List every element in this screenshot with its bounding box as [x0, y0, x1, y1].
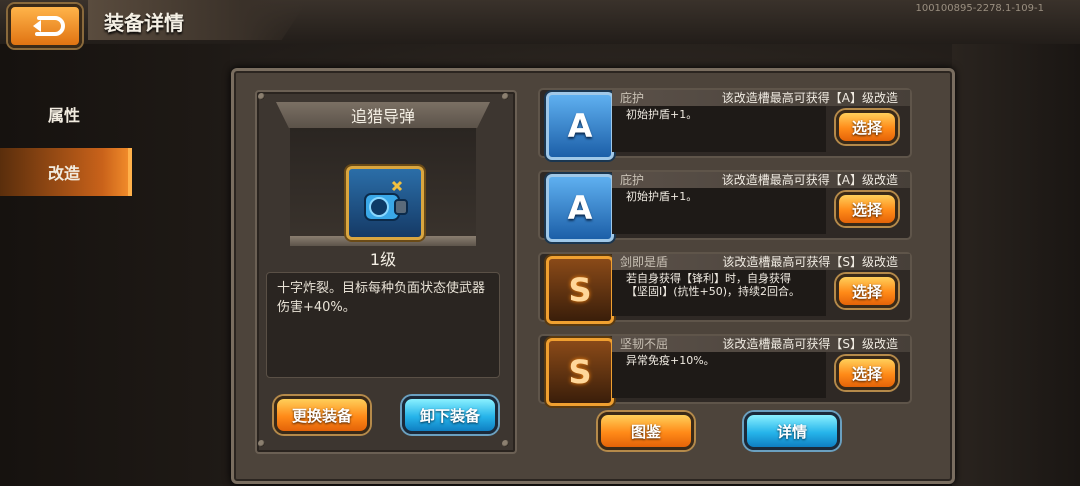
grade-s-icon: S	[546, 256, 614, 324]
select-button-label: 选择	[851, 364, 882, 383]
tab-attributes-label: 属性	[47, 106, 80, 125]
back-arrow-icon	[33, 16, 65, 36]
mod-slot-3: S 剑即是盾 该改造槽最高可获得【S】级改造 若自身获得【锋利】时，自身获得【坚…	[538, 252, 912, 324]
tab-modify-label: 改造	[47, 164, 80, 183]
slot-limit: 该改造槽最高可获得【A】级改造	[721, 91, 898, 105]
slot-effect: 若自身获得【锋利】时，自身获得【坚固Ⅰ】(抗性+50)，持续2回合。	[612, 270, 826, 316]
mod-slot-4: S 坚韧不屈 该改造槽最高可获得【S】级改造 异常免疫+10%。 选择	[538, 334, 912, 406]
slot-effect: 初始护盾+1。	[612, 106, 826, 152]
grade-a-icon: A	[546, 174, 614, 242]
select-button[interactable]: 选择	[836, 192, 898, 226]
catalog-button[interactable]: 图鉴	[598, 412, 694, 450]
replace-equipment-button[interactable]: 更换装备	[274, 396, 370, 434]
slot-name: 剑即是盾	[620, 255, 669, 269]
rivet	[502, 440, 509, 447]
unequip-button[interactable]: 卸下装备	[402, 396, 498, 434]
select-button-label: 选择	[851, 282, 882, 301]
slot-name: 庇护	[620, 91, 645, 105]
slot-limit: 该改造槽最高可获得【S】级改造	[722, 255, 898, 269]
select-button-label: 选择	[851, 118, 882, 137]
select-button-label: 选择	[851, 200, 882, 219]
slot-effect: 初始护盾+1。	[612, 188, 826, 234]
back-button[interactable]	[8, 4, 82, 48]
tab-modify[interactable]: 改造	[0, 148, 132, 196]
select-button[interactable]: 选择	[836, 356, 898, 390]
details-button[interactable]: 详情	[744, 412, 840, 450]
right-background	[952, 44, 1080, 486]
tab-attributes[interactable]: 属性	[0, 90, 128, 138]
item-name: 追猎导弹	[276, 102, 490, 128]
rivet	[258, 440, 265, 447]
rivet	[502, 93, 509, 100]
unequip-label: 卸下装备	[419, 406, 480, 425]
replace-equipment-label: 更换装备	[291, 406, 352, 425]
missile-launcher-icon[interactable]	[346, 166, 424, 240]
mod-slot-1: A 庇护 该改造槽最高可获得【A】级改造 初始护盾+1。 选择	[538, 88, 912, 160]
details-label: 详情	[776, 422, 807, 441]
select-button[interactable]: 选择	[836, 110, 898, 144]
slot-limit: 该改造槽最高可获得【A】级改造	[721, 173, 898, 187]
item-description: 十字炸裂。目标每种负面状态使武器伤害+40%。	[266, 272, 500, 378]
grade-a-icon: A	[546, 92, 614, 160]
page-title: 装备详情	[104, 11, 184, 35]
mod-slot-2: A 庇护 该改造槽最高可获得【A】级改造 初始护盾+1。 选择	[538, 170, 912, 242]
slot-effect: 异常免疫+10%。	[612, 352, 826, 398]
select-button[interactable]: 选择	[836, 274, 898, 308]
catalog-label: 图鉴	[630, 422, 661, 441]
slot-name: 坚韧不屈	[620, 337, 669, 351]
slot-limit: 该改造槽最高可获得【S】级改造	[722, 337, 898, 351]
slot-name: 庇护	[620, 173, 645, 187]
version-label: 100100895-2278.1-109-1	[915, 3, 1044, 14]
item-level: 1级	[369, 250, 397, 269]
rivet	[258, 93, 265, 100]
grade-s-icon: S	[546, 338, 614, 406]
